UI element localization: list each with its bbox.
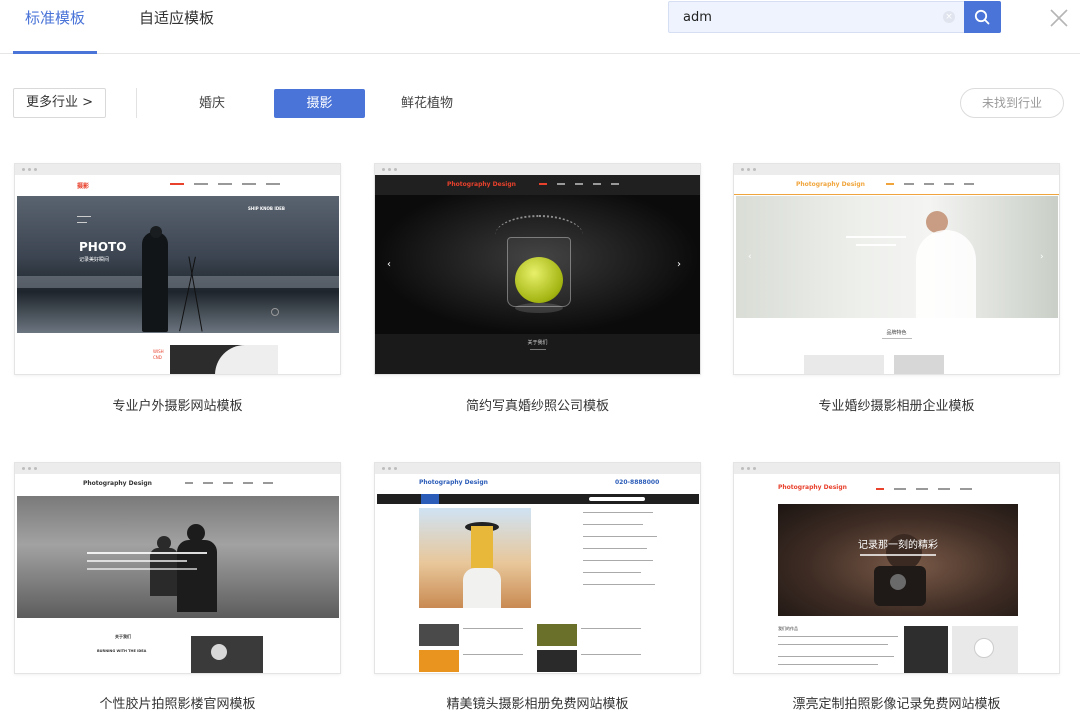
filter-divider: [136, 88, 137, 118]
browser-chrome: [734, 164, 1059, 175]
template-preview: 摄影 PHOTO 记录美好瞬间 SHIP KNOB IDEB WISH CND: [15, 175, 340, 374]
search-input[interactable]: [669, 2, 944, 32]
carousel-prev-icon: ‹: [387, 259, 391, 270]
template-card-4[interactable]: Photography Design 关于我们 BURNING WITH THE…: [14, 462, 341, 674]
template-title-1[interactable]: 专业户外摄影网站模板: [14, 395, 341, 414]
template-card-6[interactable]: Photography Design 记录那一刻的精彩 我们的作品: [733, 462, 1060, 674]
template-card-3[interactable]: Photography Design ‹ › 品牌特色: [733, 163, 1060, 375]
preview-logo: 摄影: [77, 183, 90, 190]
hero-image: ‹ ›: [736, 196, 1058, 318]
carousel-next-icon: ›: [1040, 252, 1044, 262]
clear-search-icon[interactable]: ×: [943, 11, 955, 23]
preview-logo: Photography Design: [796, 181, 865, 188]
footer-label: 关于我们: [527, 340, 548, 346]
template-card-2[interactable]: Photography Design ‹ › 关于我们: [374, 163, 701, 375]
hero-image: [17, 496, 339, 618]
more-industries-button[interactable]: 更多行业 >: [13, 88, 106, 118]
industry-not-found-button[interactable]: 未找到行业: [960, 88, 1064, 118]
tab-responsive-templates[interactable]: 自适应模板: [139, 0, 214, 54]
search-box: ×: [668, 1, 1001, 33]
browser-chrome: [15, 463, 340, 474]
hero-image: 记录那一刻的精彩: [778, 504, 1018, 616]
template-preview: Photography Design 关于我们 BURNING WITH THE…: [15, 474, 340, 673]
template-preview: Photography Design ‹ › 关于我们: [375, 175, 700, 374]
search-icon: [974, 9, 990, 25]
section-label: 品牌特色: [886, 330, 907, 336]
hero-tag: SHIP KNOB IDEB: [248, 206, 285, 211]
template-title-5[interactable]: 精美镜头摄影相册免费网站模板: [374, 693, 701, 712]
category-flowers-plants[interactable]: 鲜花植物: [396, 89, 458, 118]
category-wedding[interactable]: 婚庆: [182, 89, 242, 118]
browser-chrome: [375, 463, 700, 474]
section-label: 我们的作品: [778, 626, 798, 631]
hero-image: [419, 508, 531, 608]
template-title-2[interactable]: 简约写真婚纱照公司模板: [374, 395, 701, 414]
hero-image: ‹ ›: [375, 195, 700, 334]
category-photography[interactable]: 摄影: [274, 89, 365, 118]
search-button[interactable]: [964, 1, 1001, 33]
browser-chrome: [734, 463, 1059, 474]
browser-chrome: [15, 164, 340, 175]
tab-standard-templates[interactable]: 标准模板: [13, 0, 97, 54]
hero-image: PHOTO 记录美好瞬间 SHIP KNOB IDEB: [17, 196, 339, 333]
hero-heading: 记录那一刻的精彩: [858, 540, 938, 551]
preview-phone: 020-8888000: [615, 479, 660, 486]
template-title-6[interactable]: 漂亮定制拍照影像记录免费网站模板: [733, 693, 1060, 712]
close-icon[interactable]: [1049, 8, 1069, 28]
browser-chrome: [375, 164, 700, 175]
hero-caption: BURNING WITH THE IDEA: [97, 649, 147, 653]
template-card-1[interactable]: 摄影 PHOTO 记录美好瞬间 SHIP KNOB IDEB WISH CND: [14, 163, 341, 375]
section-label: 关于我们: [115, 634, 131, 639]
template-preview: Photography Design 020-8888000: [375, 474, 700, 673]
carousel-prev-icon: ‹: [748, 252, 752, 262]
template-preview: Photography Design ‹ › 品牌特色: [734, 175, 1059, 374]
preview-logo: Photography Design: [447, 181, 516, 188]
preview-logo: Photography Design: [419, 479, 488, 486]
carousel-next-icon: ›: [677, 259, 681, 270]
template-card-5[interactable]: Photography Design 020-8888000: [374, 462, 701, 674]
side-text: WISH CND: [153, 349, 164, 360]
template-title-4[interactable]: 个性胶片拍照影楼官网模板: [14, 693, 341, 712]
hero-subtitle: 记录美好瞬间: [79, 257, 110, 263]
hero-heading: PHOTO: [79, 240, 127, 254]
preview-logo: Photography Design: [778, 484, 847, 491]
template-preview: Photography Design 记录那一刻的精彩 我们的作品: [734, 474, 1059, 673]
template-title-3[interactable]: 专业婚纱摄影相册企业模板: [733, 395, 1060, 414]
preview-logo: Photography Design: [83, 480, 152, 487]
top-tab-bar: 标准模板 自适应模板 ×: [0, 0, 1080, 54]
